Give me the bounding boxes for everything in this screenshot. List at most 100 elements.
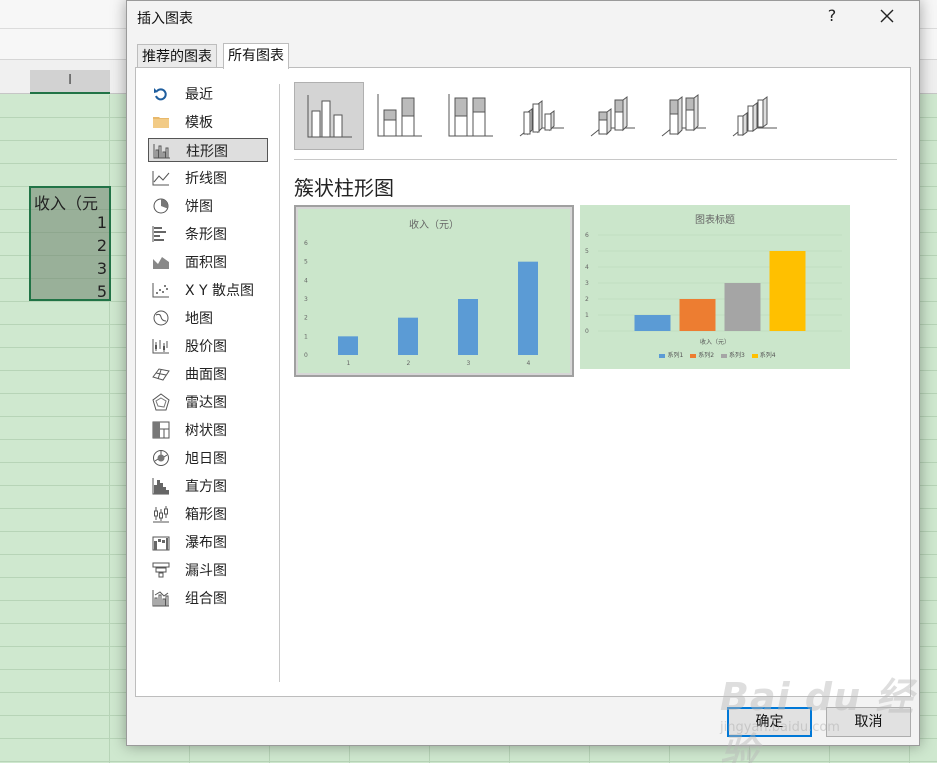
chart-type-label: 饼图 [185, 199, 213, 215]
y-tick-label: 6 [304, 240, 308, 247]
chart-preview-single-series[interactable]: 收入（元） 01234561234 [294, 205, 574, 377]
preview-x-axis-label: 收入（元） [699, 339, 730, 346]
legend-swatch [751, 353, 758, 358]
selected-cell-range[interactable]: 收入（元 1 2 3 5 [29, 186, 111, 301]
column-header-i[interactable]: I [30, 70, 110, 94]
x-tick-label: 1 [347, 360, 351, 367]
legend-label: 系列2 [698, 352, 715, 359]
subtype-3d-percent-stacked-column[interactable] [649, 82, 719, 150]
chart-type-map[interactable]: 地图 [148, 306, 268, 330]
3d-clustered-column-icon [519, 100, 564, 137]
chart-variant-title: 簇状柱形图 [294, 176, 394, 200]
chart-type-sunburst[interactable]: 旭日图 [148, 446, 268, 470]
combo-chart-icon [152, 590, 169, 607]
cell-value[interactable]: 2 [31, 236, 107, 255]
clustered-column-icon [307, 95, 352, 138]
chart-type-template[interactable]: 模板 [148, 110, 268, 134]
y-tick-label: 4 [304, 277, 308, 284]
chart-type-box-whisker[interactable]: 箱形图 [148, 502, 268, 526]
sunburst-chart-icon [153, 450, 169, 466]
y-tick-label: 5 [304, 259, 308, 266]
cell-value[interactable]: 3 [31, 259, 107, 278]
close-button[interactable] [867, 3, 907, 29]
chart-type-histogram[interactable]: 直方图 [148, 474, 268, 498]
subtype-3d-column[interactable] [720, 82, 790, 150]
box-whisker-chart-icon [153, 506, 169, 523]
legend-swatch [720, 353, 727, 358]
funnel-chart-icon [152, 562, 170, 578]
legend-label: 系列3 [728, 352, 745, 359]
chart-type-label: 雷达图 [185, 395, 227, 411]
chart-type-radar[interactable]: 雷达图 [148, 390, 268, 414]
chart-type-combo[interactable]: 组合图 [148, 586, 268, 610]
stock-chart-icon [152, 339, 169, 354]
ok-button[interactable]: 确定 [727, 707, 812, 737]
chart-type-stock[interactable]: 股价图 [148, 334, 268, 358]
recent-icon [154, 88, 167, 101]
subtype-3d-stacked-column[interactable] [578, 82, 648, 150]
chart-type-column[interactable]: 柱形图 [148, 138, 268, 162]
chart-type-scatter[interactable]: X Y 散点图 [148, 278, 268, 302]
chart-type-label: 柱形图 [186, 144, 228, 160]
chart-type-recent[interactable]: 最近 [148, 82, 268, 106]
radar-chart-icon [152, 393, 170, 411]
3d-column-icon [732, 96, 777, 137]
stacked-column-icon [377, 94, 422, 137]
subtype-clustered-column[interactable] [294, 82, 364, 150]
cancel-button[interactable]: 取消 [826, 707, 911, 737]
y-tick-label: 4 [585, 264, 589, 271]
data-bar [338, 336, 358, 355]
help-button[interactable]: ? [817, 3, 847, 29]
y-tick-label: 6 [585, 232, 589, 239]
percent-stacked-column-icon [448, 94, 493, 137]
legend-swatch [690, 353, 697, 358]
subtype-3d-clustered-column[interactable] [507, 82, 577, 150]
subtype-divider [294, 159, 897, 160]
chart-type-surface[interactable]: 曲面图 [148, 362, 268, 386]
3d-percent-stacked-column-icon [661, 94, 706, 137]
chart-type-area[interactable]: 面积图 [148, 250, 268, 274]
chart-preview-multi-series[interactable]: 图表标题 0123456 收入（元） 系列1 系列2 系列3 系列4 [580, 205, 850, 369]
data-bar [634, 315, 671, 331]
cell-value[interactable]: 1 [31, 213, 107, 232]
3d-stacked-column-icon [590, 96, 635, 137]
y-tick-label: 5 [585, 248, 589, 255]
dialog-title: 插入图表 [137, 11, 193, 27]
chart-type-label: 箱形图 [185, 507, 227, 523]
chart-type-funnel[interactable]: 漏斗图 [148, 558, 268, 582]
chart-type-label: 树状图 [185, 423, 227, 439]
chart-type-line[interactable]: 折线图 [148, 166, 268, 190]
y-tick-label: 1 [585, 312, 589, 319]
y-tick-label: 2 [304, 315, 308, 322]
all-charts-panel: 最近 模板 柱形图 折线图 饼图 条形图 面积图 X Y 散点图 地图 股价图 … [135, 67, 911, 697]
column-chart-icon [153, 144, 170, 159]
y-tick-label: 0 [585, 328, 589, 335]
data-bar [458, 299, 478, 355]
waterfall-chart-icon [152, 536, 170, 551]
treemap-chart-icon [152, 421, 170, 439]
chart-type-label: 瀑布图 [185, 535, 227, 551]
data-bar [724, 283, 761, 331]
chart-type-label: 地图 [185, 311, 213, 327]
chart-type-label: 面积图 [185, 255, 227, 271]
subtype-stacked-column[interactable] [365, 82, 435, 150]
legend-label: 系列4 [759, 352, 776, 359]
tab-all-charts[interactable]: 所有图表 [223, 43, 289, 69]
chart-type-label: X Y 散点图 [185, 283, 255, 299]
histogram-chart-icon [152, 478, 169, 495]
tab-recommended-charts[interactable]: 推荐的图表 [137, 44, 217, 68]
chart-type-label: 旭日图 [185, 451, 227, 467]
chart-type-bar[interactable]: 条形图 [148, 222, 268, 246]
chart-type-waterfall[interactable]: 瀑布图 [148, 530, 268, 554]
y-tick-label: 3 [585, 280, 589, 287]
scatter-chart-icon [152, 283, 169, 298]
cell-header-income[interactable]: 收入（元 [34, 190, 98, 214]
chart-type-treemap[interactable]: 树状图 [148, 418, 268, 442]
legend-label: 系列1 [667, 352, 684, 359]
chart-type-pie[interactable]: 饼图 [148, 194, 268, 218]
chart-type-label: 曲面图 [185, 367, 227, 383]
cell-value[interactable]: 5 [31, 282, 107, 301]
x-tick-label: 2 [407, 360, 411, 367]
chart-type-label: 折线图 [185, 171, 227, 187]
subtype-percent-stacked-column[interactable] [436, 82, 506, 150]
